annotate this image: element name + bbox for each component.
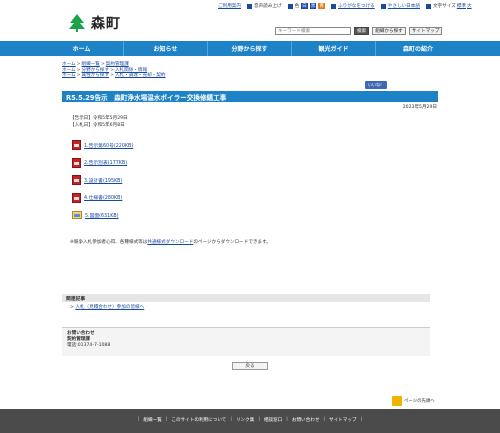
publish-date: 2023年5月29日 — [402, 105, 437, 110]
font-size-switch: 文字サイズ 標準大 — [425, 3, 472, 9]
footer-link[interactable]: サイトマップ — [329, 417, 357, 423]
attachment-list: 1.告示第60号(220KB) 2.告示別表(177KB) 3.設計書(195K… — [72, 140, 133, 228]
yasashii-link[interactable]: やさしい日本語 — [380, 3, 420, 9]
download-note: ※競争入札参加者心得、各種様式等は共通様式ダウンロードのページからダウンロードで… — [70, 240, 271, 245]
font-std-button[interactable]: 標準 — [457, 3, 466, 9]
site-logo[interactable]: 森町 — [66, 12, 121, 34]
footer-link[interactable]: お問い合わせ — [292, 417, 320, 423]
attachment-item[interactable]: 2.告示別表(177KB) — [72, 157, 133, 168]
pdf-icon — [72, 140, 81, 150]
speaker-icon — [246, 3, 252, 9]
page-title: R5.5.29告示 森町浄水場温水ボイラー交換修繕工事 — [62, 91, 438, 102]
footer-link[interactable]: リンク集 — [236, 417, 254, 423]
attachment-item[interactable]: 1.告示第60号(220KB) — [72, 140, 133, 150]
search-area: 検索 組織から探す サイトマップ — [275, 27, 443, 35]
pdf-icon — [72, 157, 81, 168]
help-link[interactable]: ご利用案内 — [218, 3, 241, 9]
page-top-link[interactable]: ページの先頭へ — [392, 396, 435, 406]
related-heading: 関連記事 — [62, 294, 430, 302]
nav-news[interactable]: お知らせ — [124, 41, 208, 56]
color-switch[interactable]: 色白黒青 — [287, 3, 325, 9]
attachment-item[interactable]: 5.図面(631KB) — [72, 210, 133, 220]
org-search-button[interactable]: 組織から探す — [372, 27, 406, 35]
mori-town-logo-icon — [69, 14, 85, 32]
related-item[interactable]: > 入札（見積合わせ）参加の皆様へ — [70, 304, 144, 310]
site-name: 森町 — [91, 16, 121, 32]
common-forms-link[interactable]: 共通様式ダウンロード — [147, 240, 193, 245]
site-footer: | 組織一覧 | このサイトの利用について | リンク集 | 相談窓口 | お問い合わせ… — [0, 409, 500, 433]
font-big-button[interactable]: 大 — [467, 3, 472, 9]
bid-date: 【入札日】令和5年6月8日 — [70, 123, 125, 128]
breadcrumb: ホーム>組織一覧>契約管理課 ホーム>分野から探す>入札関係・情報 ホーム>属性… — [62, 62, 166, 79]
furigana-link[interactable]: ふりがなをつける — [331, 3, 375, 9]
nav-tourism[interactable]: 観光ガイド — [292, 41, 376, 56]
contact-box: お問い合わせ 契約管理課 電話:01374-7-1088 — [62, 327, 430, 356]
furigana-icon — [331, 3, 336, 9]
utility-bar: ご利用案内 音声読み上げ 色白黒青 ふりがなをつける やさしい日本語 文字サイズ… — [218, 3, 472, 9]
image-icon — [72, 211, 82, 220]
footer-links: | 組織一覧 | このサイトの利用について | リンク集 | 相談窓口 | お問い合わせ… — [137, 417, 363, 423]
pdf-icon — [72, 192, 81, 203]
back-button[interactable]: 戻る — [232, 362, 268, 370]
notice-date: 【告示日】令和5年5月29日 — [70, 116, 128, 121]
nav-about[interactable]: 森町の紹介 — [376, 41, 460, 56]
global-nav: ホーム お知らせ 分野から探す 観光ガイド 森町の紹介 — [0, 41, 500, 56]
voice-link[interactable]: 音声読み上げ — [246, 3, 282, 9]
text-size-icon — [425, 3, 431, 9]
nav-category[interactable]: 分野から探す — [208, 41, 292, 56]
facebook-like-button[interactable]: いいね！ — [365, 81, 387, 89]
breadcrumb-row: ホーム>属性から探す>入札・調達・売却・契約 — [62, 73, 166, 79]
attachment-item[interactable]: 4.仕様書(280KB) — [72, 192, 133, 203]
footer-link[interactable]: このサイトの利用について — [171, 417, 226, 423]
site-header: 森町 ご利用案内 音声読み上げ 色白黒青 ふりがなをつける やさしい日本語 文字… — [0, 0, 500, 42]
arrow-up-icon — [392, 396, 402, 406]
notice-meta: 【告示日】令和5年5月29日 【入札日】令和5年6月8日 — [70, 115, 128, 129]
search-input[interactable] — [275, 27, 351, 35]
pdf-icon — [72, 175, 81, 186]
sitemap-button[interactable]: サイトマップ — [408, 27, 443, 35]
nav-home[interactable]: ホーム — [40, 41, 124, 56]
search-button[interactable]: 検索 — [354, 27, 370, 35]
yasashii-icon — [380, 3, 386, 9]
palette-icon — [287, 3, 293, 9]
attachment-item[interactable]: 3.設計書(195KB) — [72, 175, 133, 186]
footer-link[interactable]: 組織一覧 — [143, 417, 161, 423]
contact-phone: 電話:01374-7-1088 — [67, 343, 111, 348]
footer-link[interactable]: 相談窓口 — [264, 417, 282, 423]
